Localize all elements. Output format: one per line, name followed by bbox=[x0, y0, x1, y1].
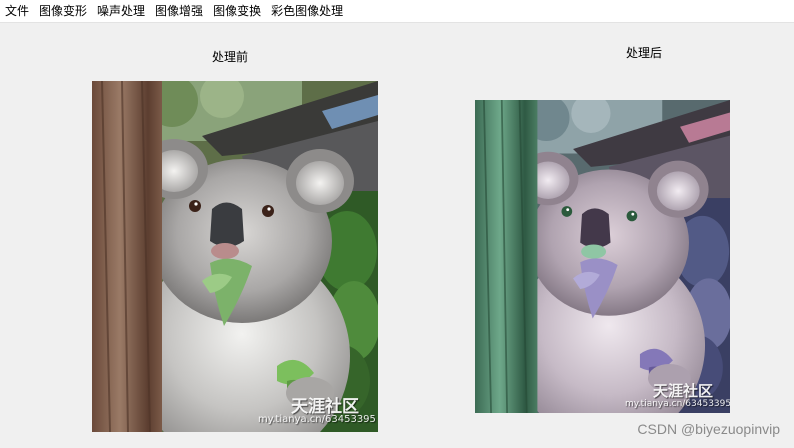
watermark-url-original: my.tianya.cn/63453395 bbox=[258, 414, 376, 425]
menu-bar: 文件 图像变形 噪声处理 图像增强 图像变换 彩色图像处理 bbox=[0, 0, 794, 23]
koala-photo-processed bbox=[475, 100, 730, 413]
after-label: 处理后 bbox=[625, 46, 662, 60]
watermark-site-processed: 天涯社区 bbox=[653, 382, 714, 400]
menu-noise-processing[interactable]: 噪声处理 bbox=[92, 0, 150, 22]
menu-image-enhance[interactable]: 图像增强 bbox=[150, 0, 208, 22]
menu-image-transform[interactable]: 图像变换 bbox=[208, 0, 266, 22]
menu-color-image-processing[interactable]: 彩色图像处理 bbox=[266, 0, 348, 22]
before-label: 处理前 bbox=[211, 50, 248, 64]
koala-photo-original bbox=[92, 81, 378, 432]
csdn-credit: CSDN @biyezuopinvip bbox=[637, 421, 780, 437]
before-image: 天涯社区 my.tianya.cn/63453395 bbox=[92, 81, 378, 432]
app-window: 文件 图像变形 噪声处理 图像增强 图像变换 彩色图像处理 处理前 天涯社区 m… bbox=[0, 0, 794, 448]
menu-image-deform[interactable]: 图像变形 bbox=[34, 0, 92, 22]
menu-file[interactable]: 文件 bbox=[0, 0, 34, 22]
after-image: 天涯社区 my.tianya.cn/63453395 bbox=[475, 100, 730, 413]
watermark-url-processed: my.tianya.cn/63453395 bbox=[625, 399, 730, 409]
